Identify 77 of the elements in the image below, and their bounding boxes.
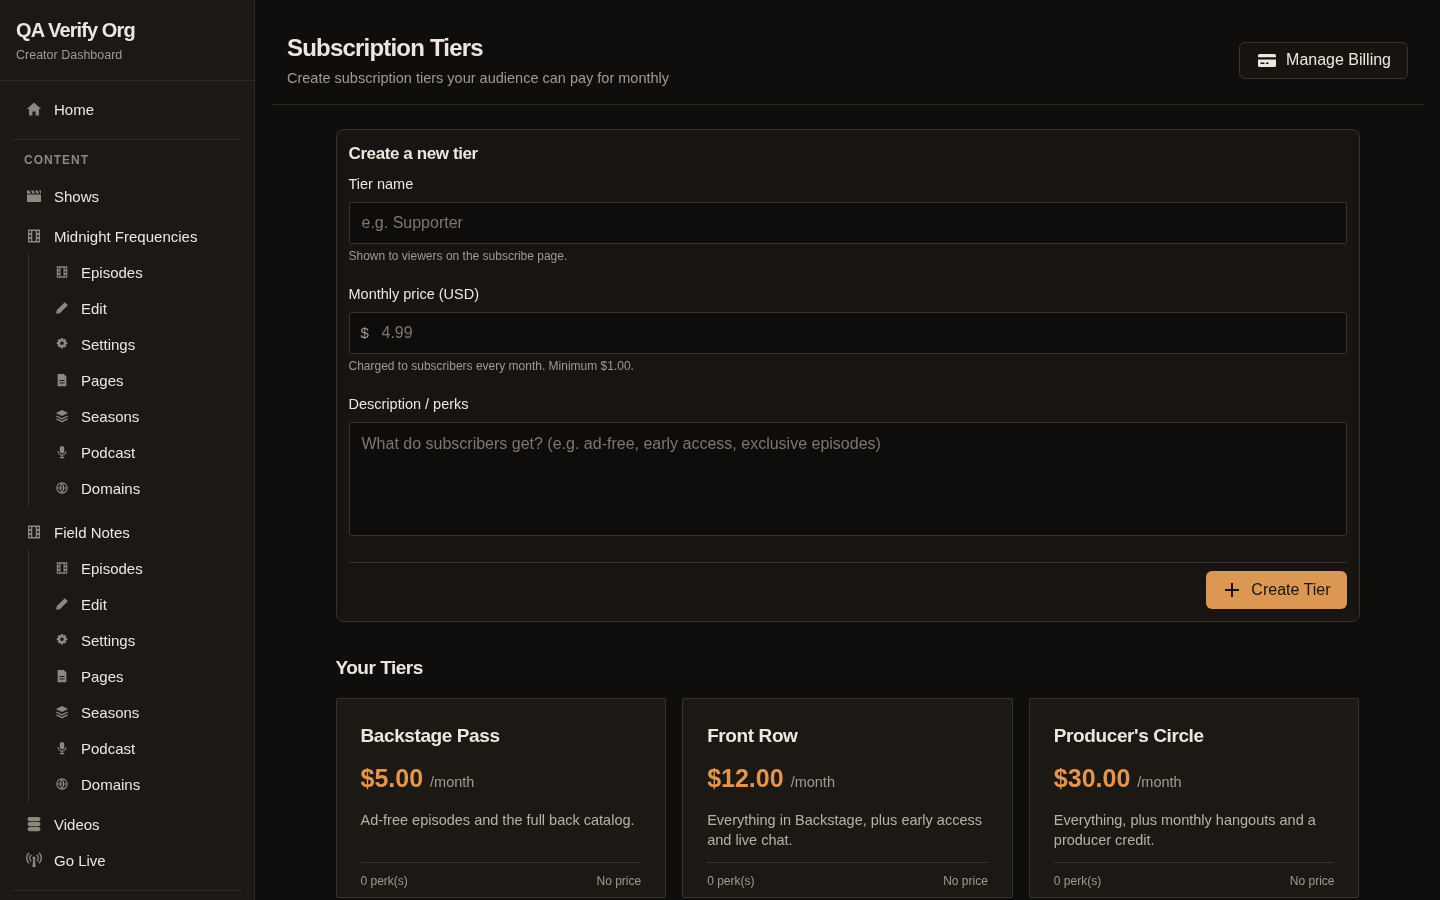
price-period: /month	[1137, 773, 1182, 792]
nav-subitem[interactable]: Edit	[41, 290, 117, 326]
layers-icon	[55, 705, 69, 719]
nav-item[interactable]: Midnight Frequencies	[12, 218, 208, 254]
tier-description: Everything, plus monthly hangouts and a producer credit.	[1053, 811, 1317, 850]
pencil-icon	[55, 597, 69, 611]
globe-icon	[55, 481, 69, 495]
film-strip-icon	[26, 524, 42, 540]
nav-subitem[interactable]: Seasons	[41, 398, 150, 434]
nav-item[interactable]: Field Notes	[12, 514, 140, 550]
nav-subitem[interactable]: Pages	[41, 362, 134, 398]
form-title: Create a new tier	[348, 143, 478, 165]
perk-count: 0 perk(s)	[1053, 873, 1102, 889]
film-strip-icon	[55, 561, 69, 575]
price-note: No price	[596, 873, 642, 889]
clapperboard-icon	[26, 188, 42, 204]
nav-subitem[interactable]: Domains	[41, 470, 151, 506]
nav-subitem[interactable]: Settings	[41, 622, 146, 658]
currency-symbol: $	[360, 324, 369, 342]
field-label: Monthly price (USD)	[348, 285, 480, 304]
field-label: Description / perks	[348, 395, 469, 414]
page-title: Subscription Tiers	[287, 33, 483, 63]
document-icon	[55, 373, 69, 387]
nav-subitem[interactable]: Edit	[41, 586, 117, 622]
plus-icon	[1225, 583, 1240, 597]
nav-subitem[interactable]: Seasons	[41, 694, 150, 730]
microphone-icon	[55, 445, 69, 459]
settings-icon	[55, 633, 69, 647]
price-note: No price	[943, 873, 988, 889]
settings-icon	[55, 337, 69, 351]
tier-price: $30.00	[1053, 763, 1131, 794]
nav-item[interactable]: Go Live	[12, 842, 116, 878]
film-strip-icon	[55, 265, 69, 279]
perk-count: 0 perk(s)	[707, 873, 755, 889]
description-field[interactable]: What do subscribers get? (e.g. ad-free, early access, exclusive episodes)	[348, 422, 1347, 536]
tier-description: Everything in Backstage, plus early access and live chat.	[707, 811, 983, 850]
credit-card-icon	[1258, 53, 1277, 67]
price-note: No price	[1289, 873, 1335, 889]
nav-subitem[interactable]: Settings	[41, 326, 146, 362]
globe-icon	[55, 777, 69, 791]
page-subtitle: Create subscription tiers your audience can pay for monthly	[287, 69, 670, 88]
nav-subitem[interactable]: Pages	[41, 658, 134, 694]
section-label: CONTENT	[24, 152, 89, 169]
database-icon	[26, 816, 42, 832]
tier-description: Ad-free episodes and the full back catalog.	[360, 811, 636, 830]
microphone-icon	[55, 741, 69, 755]
tier-name: Producer's Circle	[1053, 724, 1204, 748]
tier-price: $5.00	[360, 763, 424, 794]
section-title: Your Tiers	[335, 656, 423, 680]
nav-subitem[interactable]: Podcast	[41, 434, 146, 470]
org-name: QA Verify Org	[16, 18, 135, 43]
nav-subitem[interactable]: Episodes	[41, 550, 153, 586]
help-text: Charged to subscribers every month. Minimum $1.00.	[348, 358, 634, 374]
nav-subitem[interactable]: Domains	[41, 766, 151, 802]
tier-name: Front Row	[707, 724, 798, 748]
price-period: /month	[430, 773, 475, 792]
nav-subitem[interactable]: Episodes	[41, 254, 153, 290]
tier-price: $12.00	[707, 763, 784, 794]
tier-name: Backstage Pass	[360, 724, 500, 748]
price-period: /month	[790, 773, 835, 792]
document-icon	[55, 669, 69, 683]
org-subtitle: Creator Dashboard	[16, 47, 123, 63]
layers-icon	[55, 409, 69, 423]
nav-item[interactable]: Home	[12, 91, 104, 127]
home-icon	[26, 101, 42, 117]
film-strip-icon	[26, 228, 42, 244]
perk-count: 0 perk(s)	[360, 873, 408, 889]
tier-name-field[interactable]: e.g. Supporter	[348, 202, 1347, 244]
nav-item[interactable]: Videos	[12, 806, 110, 842]
help-text: Shown to viewers on the subscribe page.	[348, 248, 568, 264]
nav-item[interactable]: Shows	[12, 178, 110, 214]
nav-subitem[interactable]: Podcast	[41, 730, 146, 766]
field-label: Tier name	[348, 175, 414, 194]
pencil-icon	[55, 301, 69, 315]
create-tier-button[interactable]: Create Tier	[1206, 571, 1347, 609]
manage-billing-button[interactable]: Manage Billing	[1239, 41, 1408, 79]
antenna-icon	[26, 852, 42, 868]
